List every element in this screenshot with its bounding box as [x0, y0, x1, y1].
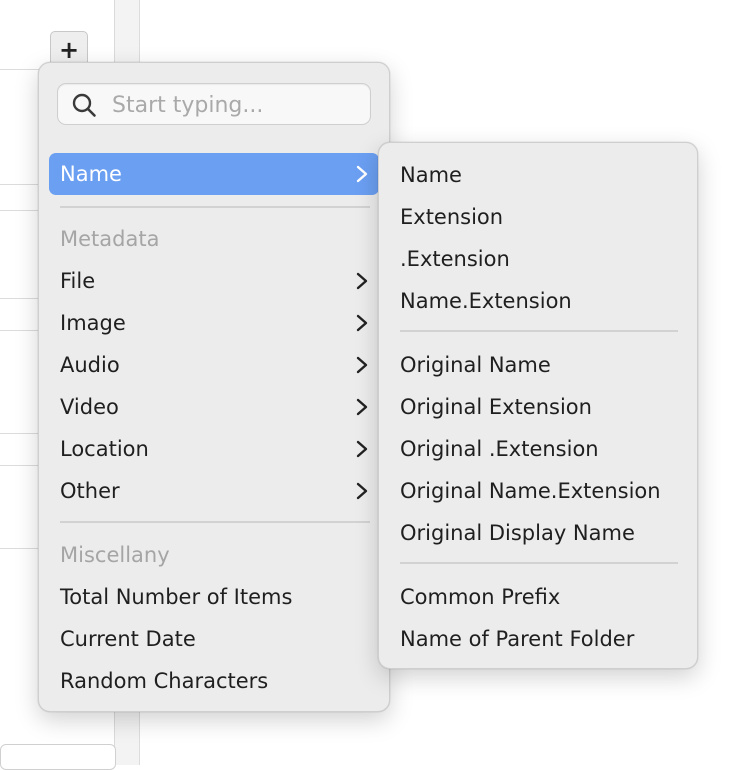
menu-item-label: Random Characters [60, 669, 269, 693]
section-header-miscellany: Miscellany [60, 543, 170, 567]
search-field[interactable] [57, 83, 371, 125]
submenu-item-original-dot-extension[interactable]: Original .Extension [400, 428, 599, 470]
submenu-item-extension[interactable]: Extension [400, 196, 503, 238]
menu-item-label: Video [60, 395, 119, 419]
menu-item-file[interactable]: File [49, 260, 379, 302]
menu-separator [60, 206, 370, 208]
submenu-separator [400, 330, 678, 332]
menu-item-other[interactable]: Other [49, 470, 379, 512]
submenu-item-name-extension[interactable]: Name.Extension [400, 280, 572, 322]
menu-item-audio[interactable]: Audio [49, 344, 379, 386]
menu-item-random-characters[interactable]: Random Characters [49, 660, 379, 702]
menu-item-label: Other [60, 479, 120, 503]
submenu-item-original-extension[interactable]: Original Extension [400, 386, 592, 428]
submenu-item-original-display-name[interactable]: Original Display Name [400, 512, 635, 554]
menu-item-label: Current Date [60, 627, 196, 651]
bottom-text-field[interactable] [0, 744, 116, 770]
menu-item-label: File [60, 269, 96, 293]
menu-item-video[interactable]: Video [49, 386, 379, 428]
menu-item-label: Name [60, 162, 122, 186]
menu-item-name[interactable]: Name [49, 153, 379, 195]
menu-item-current-date[interactable]: Current Date [49, 618, 379, 660]
submenu-item-name[interactable]: Name [400, 154, 462, 196]
search-input[interactable] [110, 89, 364, 121]
menu-item-label: Location [60, 437, 149, 461]
chevron-right-icon [356, 165, 368, 183]
submenu-item-name-of-parent-folder[interactable]: Name of Parent Folder [400, 618, 634, 660]
chevron-right-icon [356, 314, 368, 332]
menu-item-total-number-of-items[interactable]: Total Number of Items [49, 576, 379, 618]
menu-item-label: Audio [60, 353, 120, 377]
token-menu: Name Metadata File Image Audio Video Loc… [38, 62, 390, 712]
menu-item-image[interactable]: Image [49, 302, 379, 344]
name-submenu: Name Extension .Extension Name.Extension… [378, 142, 698, 669]
submenu-separator [400, 562, 678, 564]
submenu-item-original-name-extension[interactable]: Original Name.Extension [400, 470, 661, 512]
menu-item-label: Total Number of Items [60, 585, 293, 609]
section-header-metadata: Metadata [60, 227, 160, 251]
submenu-item-common-prefix[interactable]: Common Prefix [400, 576, 560, 618]
search-icon [72, 93, 96, 117]
chevron-right-icon [356, 398, 368, 416]
submenu-item-original-name[interactable]: Original Name [400, 344, 551, 386]
chevron-right-icon [356, 482, 368, 500]
chevron-right-icon [356, 440, 368, 458]
menu-item-location[interactable]: Location [49, 428, 379, 470]
menu-item-label: Image [60, 311, 126, 335]
chevron-right-icon [356, 272, 368, 290]
chevron-right-icon [356, 356, 368, 374]
submenu-item-dot-extension[interactable]: .Extension [400, 238, 510, 280]
menu-separator [60, 521, 370, 523]
